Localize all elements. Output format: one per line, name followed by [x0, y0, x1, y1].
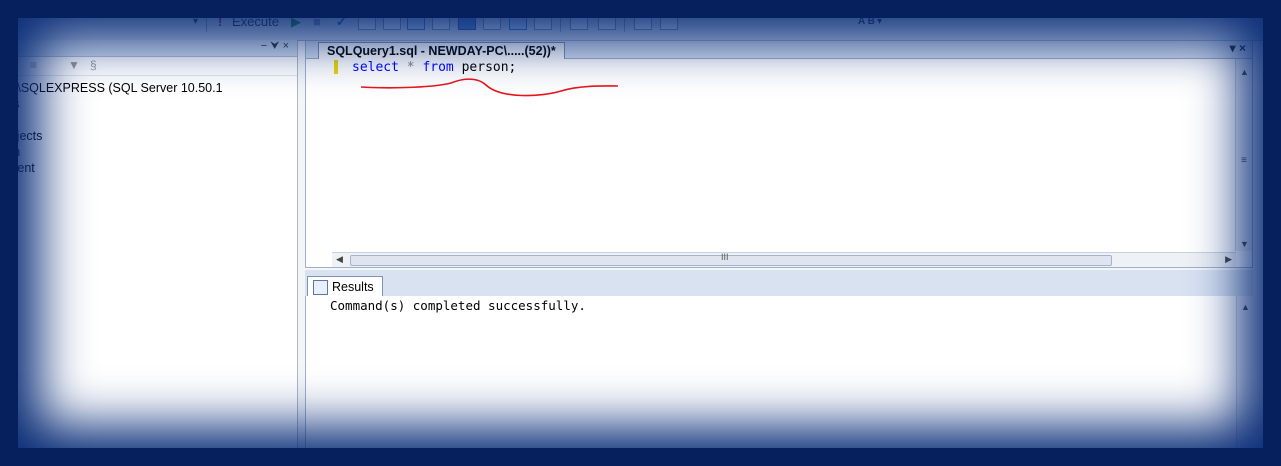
- refresh-icon[interactable]: §: [90, 58, 97, 72]
- results-grid-icon: [313, 280, 328, 295]
- results-tab-bar: Results: [305, 270, 1253, 297]
- execute-button[interactable]: Execute: [232, 12, 279, 32]
- scroll-left-icon[interactable]: ◀: [336, 254, 343, 265]
- tree-item-security[interactable]: y: [0, 112, 297, 128]
- object-explorer-tree: PC\SQLEXPRESS (SQL Server 10.50.1 ses y …: [0, 76, 297, 176]
- client-stats-icon[interactable]: [432, 14, 450, 30]
- horizontal-scroll-thumb[interactable]: III: [350, 252, 1112, 266]
- tree-item-databases[interactable]: ses: [0, 96, 297, 112]
- results-to-text-icon[interactable]: [458, 14, 476, 30]
- disconnect-icon[interactable]: ≡: [30, 58, 37, 72]
- code-keyword-select: select: [352, 60, 399, 75]
- scroll-up-icon[interactable]: ▲: [1240, 67, 1249, 77]
- results-to-file-icon[interactable]: [509, 14, 527, 30]
- tree-item-server-objects[interactable]: Objects: [0, 128, 297, 144]
- specify-values-icon[interactable]: [660, 14, 678, 30]
- object-explorer-header: − ⮟ ×: [0, 40, 297, 57]
- query-editor: SQLQuery1.sql - NEWDAY-PC\.....(52))* ▾ …: [305, 40, 1253, 268]
- line-change-marker: [334, 60, 338, 74]
- toolbar-overflow-icon[interactable]: ▾: [877, 12, 882, 32]
- results-tab-label: Results: [332, 280, 374, 294]
- toolbar-dropdown-icon[interactable]: ▾: [193, 12, 198, 32]
- filter-icon[interactable]: ▼: [68, 58, 80, 72]
- tab-close-icon[interactable]: ▾ ×: [1230, 41, 1246, 55]
- scroll-up-icon[interactable]: ▲: [1241, 302, 1250, 312]
- scroll-grip-icon: III: [721, 252, 729, 262]
- code-operator: *: [398, 60, 423, 75]
- editor-vertical-scrollbar[interactable]: ▲ ≡ ▼: [1235, 59, 1252, 251]
- decrease-indent-icon[interactable]: [598, 14, 616, 30]
- results-vertical-scrollbar[interactable]: ▲: [1236, 296, 1253, 466]
- scroll-right-icon[interactable]: ▶: [1225, 254, 1232, 265]
- tab-sqlquery1[interactable]: SQLQuery1.sql - NEWDAY-PC\.....(52))*: [318, 42, 565, 59]
- execute-icon[interactable]: !: [218, 12, 222, 32]
- results-message: Command(s) completed successfully.: [330, 298, 586, 313]
- results-pane: Command(s) completed successfully. ▲: [305, 296, 1253, 466]
- tree-item-server[interactable]: PC\SQLEXPRESS (SQL Server 10.50.1: [0, 80, 297, 96]
- panel-pin-close-icon[interactable]: − ⮟ ×: [261, 40, 289, 53]
- specify-template-values-icon[interactable]: A B: [858, 12, 875, 32]
- tab-results[interactable]: Results: [307, 276, 383, 297]
- editor-gutter: [306, 59, 332, 259]
- object-explorer-panel: − ⮟ × ≡ ▼ § PC\SQLEXPRESS (SQL Server 10…: [0, 40, 298, 466]
- toolbar-separator: [624, 14, 625, 32]
- include-plan-icon[interactable]: [407, 14, 425, 30]
- parse-check-icon[interactable]: ✓: [336, 12, 347, 32]
- object-explorer-toolbar: ≡ ▼ §: [0, 57, 297, 76]
- debug-play-icon[interactable]: ▶: [291, 12, 301, 32]
- editor-tab-bar: SQLQuery1.sql - NEWDAY-PC\.....(52))* ▾ …: [306, 41, 1252, 59]
- tree-item-management[interactable]: ement: [0, 160, 297, 176]
- scroll-grip-icon[interactable]: ≡: [1241, 155, 1247, 166]
- results-to-grid-icon[interactable]: [483, 14, 501, 30]
- ssms-window: ▾ ! Execute ▶ ■ ✓ A B ▾ − ⮟ × ≡ ▼ § PC\S…: [0, 0, 1281, 466]
- tree-item-replication[interactable]: tion: [0, 144, 297, 160]
- red-underline-annotation: [360, 78, 619, 97]
- increase-indent-icon[interactable]: [634, 14, 652, 30]
- code-identifier: person;: [453, 60, 517, 75]
- sql-code[interactable]: select * from person;: [352, 59, 516, 76]
- toolbar-separator: [560, 14, 561, 32]
- scroll-down-icon[interactable]: ▼: [1240, 239, 1249, 249]
- editor-horizontal-scrollbar[interactable]: ◀ III ▶: [332, 252, 1236, 267]
- query-options-icon[interactable]: [358, 14, 376, 30]
- uncomment-icon[interactable]: [570, 14, 588, 30]
- display-plan-icon[interactable]: [383, 14, 401, 30]
- code-keyword-from: from: [422, 60, 454, 75]
- toolbar-separator: [206, 14, 207, 32]
- stop-icon[interactable]: ■: [313, 12, 321, 32]
- toolbar: ▾ ! Execute ▶ ■ ✓ A B ▾: [0, 0, 1281, 41]
- comment-icon[interactable]: [534, 14, 552, 30]
